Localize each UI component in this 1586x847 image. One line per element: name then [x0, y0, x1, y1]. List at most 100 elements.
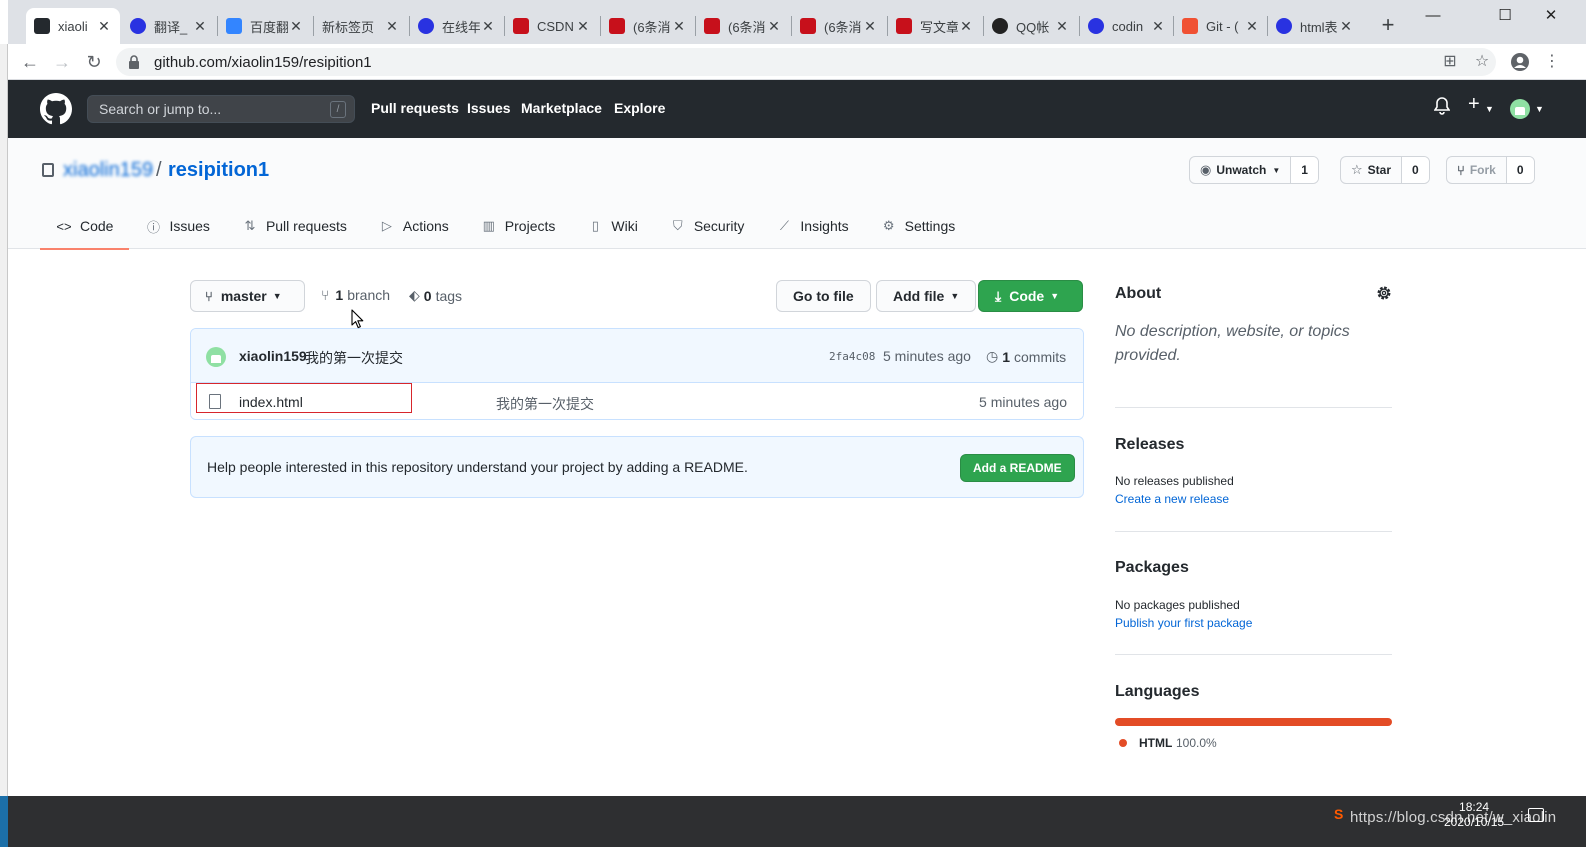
- address-bar[interactable]: github.com/xiaolin159/resipition1: [116, 48, 1496, 76]
- fork-button[interactable]: ⑂ Fork 0: [1446, 156, 1535, 184]
- notifications-bell-icon[interactable]: [1433, 97, 1451, 120]
- search-input[interactable]: Search or jump to... /: [87, 95, 355, 123]
- browser-tab[interactable]: (6条消 ✕: [601, 8, 695, 44]
- code-download-button[interactable]: ⤓ Code ▼: [978, 280, 1083, 312]
- browser-tab[interactable]: xiaoli ✕: [26, 8, 120, 44]
- gear-icon[interactable]: [1375, 284, 1393, 302]
- tab-insights[interactable]: ⟋ Insights: [760, 203, 864, 249]
- tab-separator: [600, 16, 601, 36]
- nav-explore[interactable]: Explore: [614, 100, 665, 116]
- close-tab-icon[interactable]: ✕: [1054, 18, 1070, 35]
- github-logo-icon[interactable]: [40, 93, 72, 125]
- releases-heading[interactable]: Releases: [1115, 436, 1184, 454]
- repo-name-link[interactable]: resipition1: [168, 159, 269, 182]
- nav-marketplace[interactable]: Marketplace: [521, 100, 602, 116]
- star-button[interactable]: ☆ Star 0: [1340, 156, 1430, 184]
- browser-tab-title: (6条消: [633, 19, 671, 35]
- close-tab-icon[interactable]: ✕: [671, 18, 687, 35]
- maximize-icon[interactable]: ☐: [1482, 4, 1528, 28]
- watch-count[interactable]: 1: [1291, 157, 1318, 183]
- close-tab-icon[interactable]: ✕: [192, 18, 208, 35]
- languages-heading: Languages: [1115, 683, 1200, 700]
- tab-wiki[interactable]: ▯ Wiki: [571, 203, 653, 249]
- close-window-icon[interactable]: ✕: [1528, 4, 1574, 28]
- file-commit-message-link[interactable]: 我的第一次提交: [496, 394, 594, 414]
- avatar[interactable]: [206, 347, 226, 367]
- action-center-icon[interactable]: [1528, 808, 1544, 822]
- browser-tab[interactable]: codin ✕: [1080, 8, 1174, 44]
- browser-tab[interactable]: 百度翻 ✕: [218, 8, 312, 44]
- close-tab-icon[interactable]: ✕: [1244, 18, 1260, 35]
- close-tab-icon[interactable]: ✕: [480, 18, 496, 35]
- commit-author-link[interactable]: xiaolin159: [239, 348, 307, 364]
- close-tab-icon[interactable]: ✕: [862, 18, 878, 35]
- readme-banner-text: Help people interested in this repositor…: [207, 459, 748, 475]
- minimize-icon[interactable]: —: [1410, 4, 1456, 28]
- tab-pull-requests[interactable]: ⇅ Pull requests: [226, 203, 363, 249]
- tab-settings[interactable]: ⚙ Settings: [865, 203, 972, 249]
- packages-heading[interactable]: Packages: [1115, 559, 1189, 577]
- branch-name: master: [220, 288, 267, 304]
- branch-select-button[interactable]: ⑂ master ▼: [190, 280, 305, 312]
- back-arrow-icon[interactable]: ←: [18, 50, 42, 74]
- close-tab-icon[interactable]: ✕: [958, 18, 974, 35]
- browser-tab[interactable]: (6条消 ✕: [792, 8, 886, 44]
- add-readme-button[interactable]: Add a README: [960, 454, 1075, 482]
- browser-tab[interactable]: 翻译_ ✕: [122, 8, 216, 44]
- close-tab-icon[interactable]: ✕: [766, 18, 782, 35]
- close-tab-icon[interactable]: ✕: [96, 18, 112, 35]
- history-icon: ◷: [986, 348, 999, 364]
- browser-tab[interactable]: 写文章 ✕: [888, 8, 982, 44]
- browser-tab[interactable]: html表 ✕: [1268, 8, 1362, 44]
- close-tab-icon[interactable]: ✕: [1150, 18, 1166, 35]
- profile-icon[interactable]: [1508, 50, 1532, 74]
- translate-icon[interactable]: ⊞: [1438, 50, 1462, 74]
- fork-count[interactable]: 0: [1506, 157, 1534, 183]
- nav-pull-requests[interactable]: Pull requests: [371, 100, 459, 116]
- commits-link[interactable]: ◷ 1 commits: [986, 348, 1066, 365]
- create-new-plus-icon[interactable]: +: [1468, 93, 1480, 116]
- tab-label: Insights: [800, 218, 849, 234]
- menu-kebab-icon[interactable]: ⋮: [1540, 50, 1564, 74]
- browser-tab[interactable]: 在线年 ✕: [410, 8, 504, 44]
- reload-icon[interactable]: ↻: [82, 50, 106, 74]
- taskbar-clock[interactable]: 18:24 2020/10/15: [1444, 800, 1504, 830]
- sogou-input-icon[interactable]: S: [1334, 806, 1348, 822]
- close-tab-icon[interactable]: ✕: [575, 18, 591, 35]
- tab-security[interactable]: ⛉ Security: [654, 203, 761, 249]
- tab-projects[interactable]: ▥ Projects: [465, 203, 572, 249]
- repo-owner-link[interactable]: xiaolin159: [63, 159, 153, 182]
- nav-issues[interactable]: Issues: [467, 100, 511, 116]
- bookmark-star-icon[interactable]: ☆: [1470, 50, 1494, 74]
- browser-tab-title: 百度翻: [250, 19, 288, 35]
- new-tab-button[interactable]: +: [1374, 12, 1402, 40]
- tab-issues[interactable]: ⓘ Issues: [129, 203, 225, 249]
- commit-sha-link[interactable]: 2fa4c08: [829, 350, 875, 363]
- browser-tab[interactable]: 新标签页 ✕: [314, 8, 408, 44]
- branches-link[interactable]: ⑂ 1 branch: [321, 287, 390, 303]
- create-release-link[interactable]: Create a new release: [1115, 492, 1229, 506]
- publish-package-link[interactable]: Publish your first package: [1115, 616, 1252, 630]
- commit-message-link[interactable]: 我的第一次提交: [305, 348, 403, 368]
- avatar[interactable]: [1510, 99, 1530, 119]
- tab-code[interactable]: <> Code: [40, 203, 130, 250]
- close-tab-icon[interactable]: ✕: [384, 18, 400, 35]
- browser-tab[interactable]: Git - (✕: [1174, 8, 1268, 44]
- tags-link[interactable]: ⬖ 0 tags: [409, 287, 462, 304]
- browser-tab[interactable]: QQ帐 ✕: [984, 8, 1078, 44]
- close-tab-icon[interactable]: ✕: [1338, 18, 1354, 35]
- divider: [1115, 654, 1392, 655]
- close-tab-icon[interactable]: ✕: [288, 18, 304, 35]
- tab-actions[interactable]: ▷ Actions: [363, 203, 465, 249]
- add-file-button[interactable]: Add file ▼: [876, 280, 977, 312]
- browser-tab[interactable]: (6条消 ✕: [696, 8, 790, 44]
- forward-arrow-icon[interactable]: →: [50, 50, 74, 74]
- commit-time: 5 minutes ago: [883, 348, 971, 364]
- language-name[interactable]: HTML: [1139, 736, 1172, 750]
- mouse-pointer-icon: [351, 309, 364, 329]
- star-count[interactable]: 0: [1402, 157, 1429, 183]
- unwatch-button[interactable]: ◉ Unwatch ▼ 1: [1189, 156, 1319, 184]
- go-to-file-button[interactable]: Go to file: [776, 280, 871, 312]
- file-name-link[interactable]: index.html: [239, 394, 303, 410]
- browser-tab[interactable]: CSDN ✕: [505, 8, 599, 44]
